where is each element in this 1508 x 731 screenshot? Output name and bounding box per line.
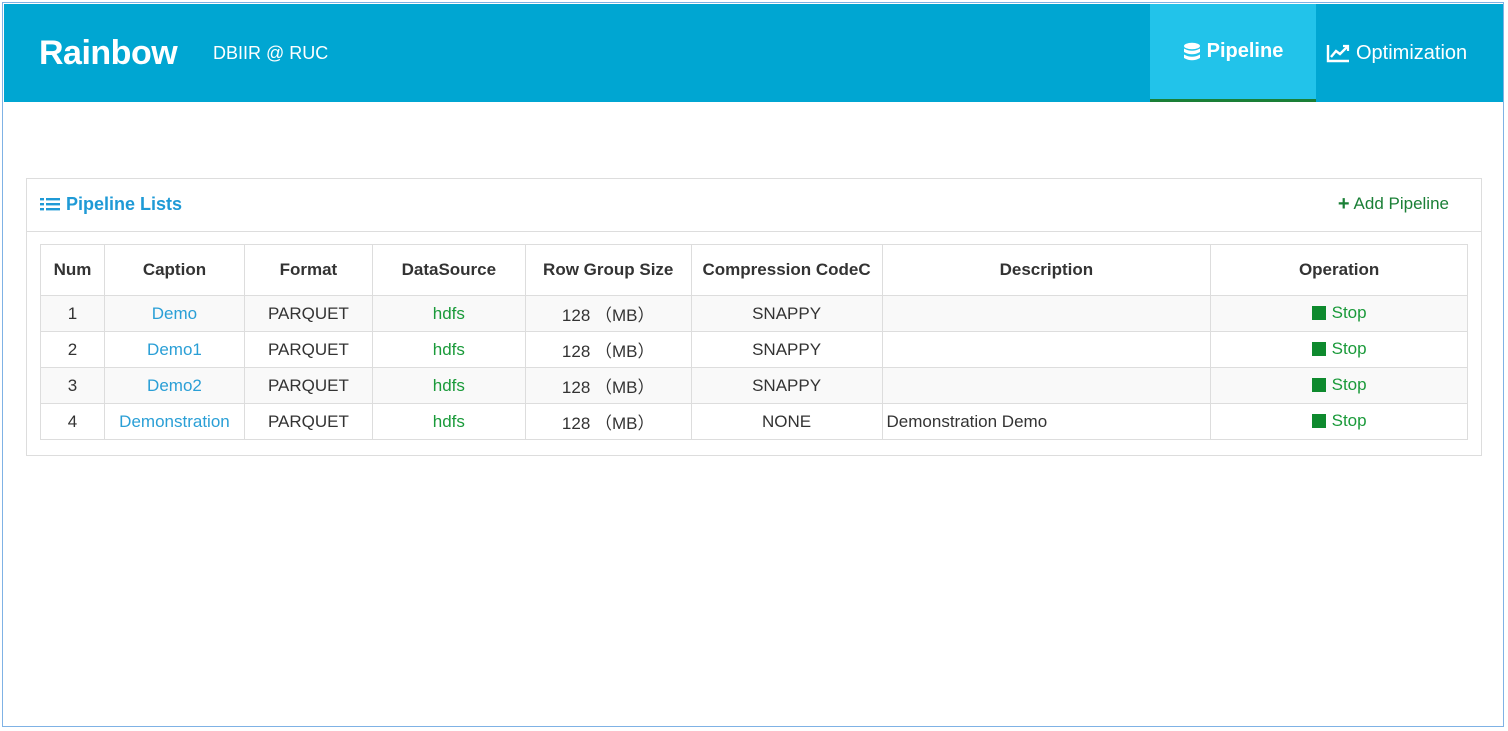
stop-label: Stop — [1331, 410, 1367, 430]
cell-datasource[interactable]: hdfs — [371, 331, 526, 368]
stop-label: Stop — [1331, 338, 1367, 358]
cell-num: 3 — [40, 367, 105, 404]
nav-pipeline-label: Pipeline — [1206, 40, 1284, 62]
cell-caption-link[interactable]: Demo2 — [103, 367, 245, 404]
panel-title: Pipeline Lists — [40, 194, 182, 215]
cell-size: 128 （MB） — [524, 295, 692, 332]
cell-codec: SNAPPY — [690, 295, 883, 332]
brand-logo[interactable]: Rainbow — [39, 34, 178, 73]
cell-description — [881, 367, 1212, 404]
list-icon — [40, 197, 60, 210]
cell-datasource[interactable]: hdfs — [371, 403, 526, 440]
datasource-link[interactable]: hdfs — [433, 304, 465, 323]
cell-caption-link[interactable]: Demo — [103, 295, 245, 332]
cell-datasource[interactable]: hdfs — [371, 295, 526, 332]
col-compression: Compression CodeC — [690, 244, 883, 296]
cell-operation: Stop — [1210, 295, 1468, 332]
add-pipeline-button[interactable]: + Add Pipeline — [1338, 194, 1449, 214]
col-datasource: DataSource — [371, 244, 526, 296]
stop-button[interactable]: Stop — [1311, 410, 1367, 431]
stop-button[interactable]: Stop — [1311, 338, 1367, 359]
datasource-link[interactable]: hdfs — [433, 376, 465, 395]
cell-size: 128 （MB） — [524, 367, 692, 404]
cell-num: 1 — [40, 295, 105, 332]
cell-description — [881, 295, 1212, 332]
col-num: Num — [40, 244, 105, 296]
cell-codec: SNAPPY — [690, 367, 883, 404]
cell-num: 2 — [40, 331, 105, 368]
nav-optimization[interactable]: Optimization — [1326, 4, 1496, 102]
col-caption: Caption — [103, 244, 245, 296]
database-icon — [1183, 42, 1200, 60]
plus-icon: + — [1337, 192, 1350, 215]
cell-format: PARQUET — [243, 295, 373, 332]
cell-size: 128 （MB） — [524, 331, 692, 368]
cell-operation: Stop — [1210, 367, 1468, 404]
cell-size: 128 （MB） — [524, 403, 692, 440]
table-row: 2 Demo1 PARQUET hdfs 128 （MB） SNAPPY Sto… — [40, 331, 1468, 368]
panel-title-text: Pipeline Lists — [66, 194, 183, 214]
table-row: 1 Demo PARQUET hdfs 128 （MB） SNAPPY Stop — [40, 295, 1468, 332]
cell-format: PARQUET — [243, 331, 373, 368]
cell-operation: Stop — [1210, 403, 1468, 440]
stop-icon — [1311, 341, 1326, 356]
cell-description — [881, 331, 1212, 368]
stop-icon — [1311, 413, 1326, 428]
stop-icon — [1311, 305, 1326, 320]
caption-link[interactable]: Demonstration — [119, 412, 230, 431]
nav-pipeline[interactable]: Pipeline — [1150, 4, 1316, 102]
stop-button[interactable]: Stop — [1311, 374, 1367, 395]
stop-icon — [1311, 377, 1326, 392]
col-description: Description — [881, 244, 1212, 296]
cell-codec: SNAPPY — [690, 331, 883, 368]
cell-format: PARQUET — [243, 403, 373, 440]
table-header-row: Num Caption Format DataSource Row Group … — [40, 244, 1468, 296]
cell-caption-link[interactable]: Demonstration — [103, 403, 245, 440]
cell-description: Demonstration Demo — [881, 403, 1212, 440]
cell-num: 4 — [40, 403, 105, 440]
cell-operation: Stop — [1210, 331, 1468, 368]
col-operation: Operation — [1210, 244, 1468, 296]
pipeline-panel: Pipeline Lists + Add Pipeline Num Captio… — [26, 178, 1482, 456]
caption-link[interactable]: Demo1 — [147, 340, 202, 359]
datasource-link[interactable]: hdfs — [433, 340, 465, 359]
nav-optimization-label: Optimization — [1356, 41, 1468, 64]
table-row: 4 Demonstration PARQUET hdfs 128 （MB） NO… — [40, 403, 1468, 440]
pipeline-table: Num Caption Format DataSource Row Group … — [40, 244, 1468, 440]
stop-button[interactable]: Stop — [1311, 302, 1367, 323]
brand-subtitle: DBIIR @ RUC — [213, 43, 329, 63]
top-navbar: Rainbow DBIIR @ RUC Pipeline Optimizatio… — [4, 4, 1503, 102]
cell-codec: NONE — [690, 403, 883, 440]
table-row: 3 Demo2 PARQUET hdfs 128 （MB） SNAPPY Sto… — [40, 367, 1468, 404]
caption-link[interactable]: Demo2 — [147, 376, 202, 395]
col-row-group-size: Row Group Size — [524, 244, 692, 296]
cell-format: PARQUET — [243, 367, 373, 404]
panel-header: Pipeline Lists + Add Pipeline — [27, 179, 1481, 232]
add-pipeline-label: Add Pipeline — [1353, 194, 1449, 213]
caption-link[interactable]: Demo — [152, 304, 197, 323]
line-chart-icon — [1326, 44, 1350, 63]
cell-caption-link[interactable]: Demo1 — [103, 331, 245, 368]
stop-label: Stop — [1331, 302, 1367, 322]
cell-datasource[interactable]: hdfs — [371, 367, 526, 404]
datasource-link[interactable]: hdfs — [433, 412, 465, 431]
stop-label: Stop — [1331, 374, 1367, 394]
col-format: Format — [243, 244, 373, 296]
